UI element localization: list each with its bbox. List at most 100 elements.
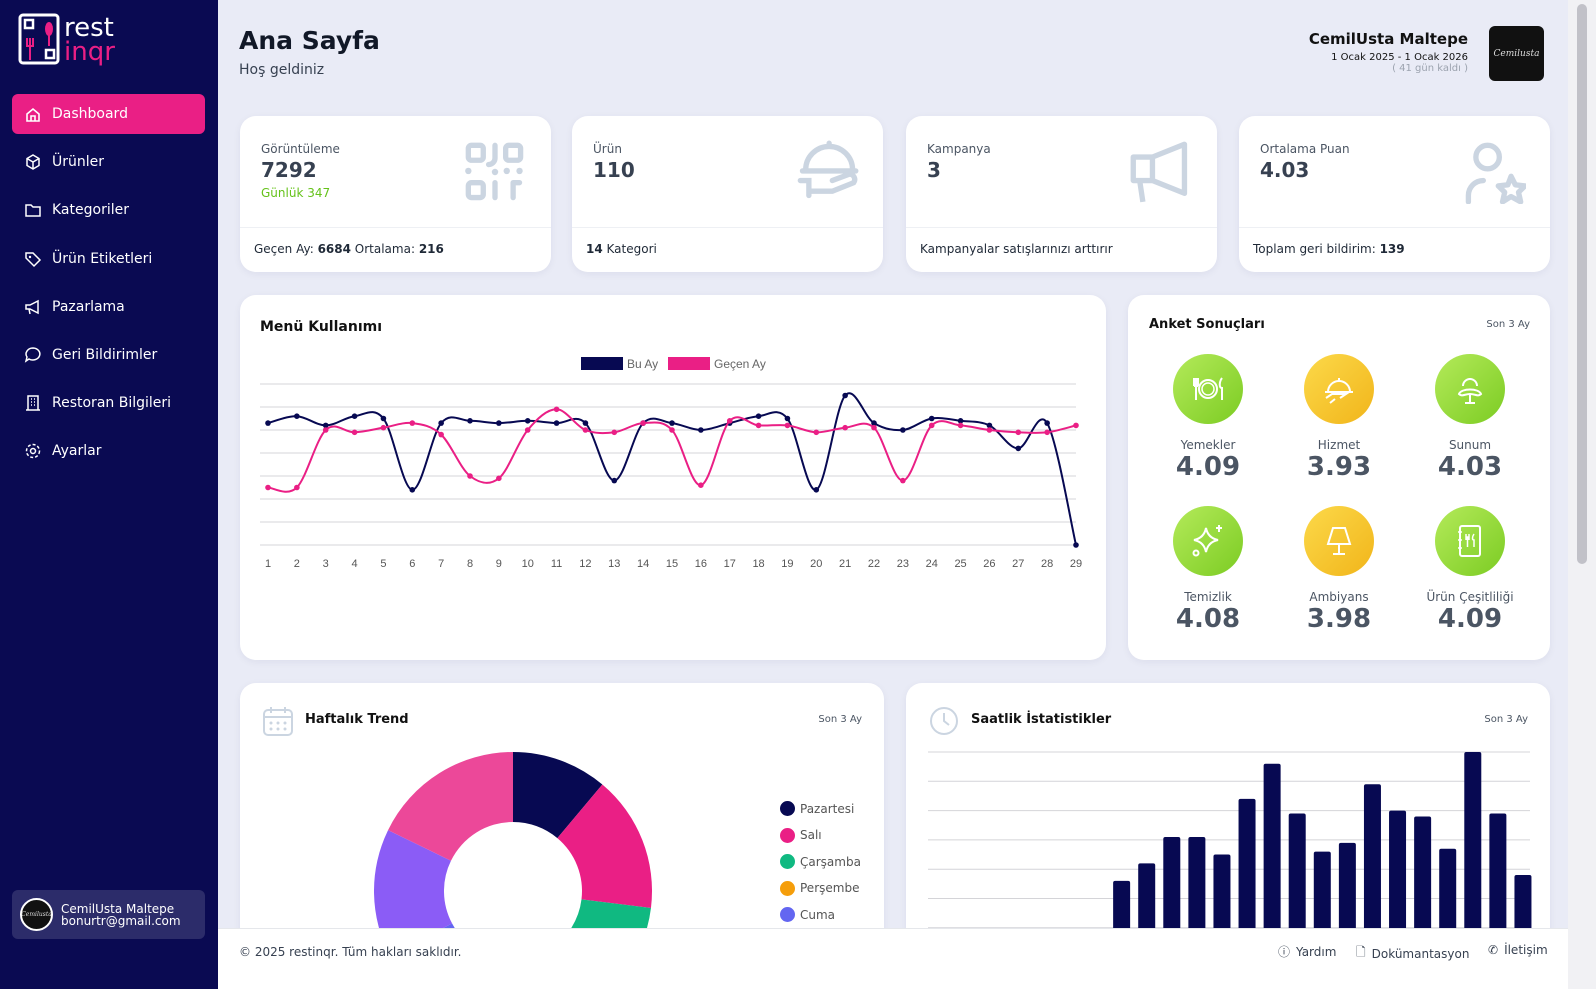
x-tick-label: 9 bbox=[496, 558, 502, 570]
x-tick-label: 5 bbox=[380, 558, 386, 570]
data-point bbox=[928, 415, 935, 422]
serving-dish-icon bbox=[797, 140, 859, 199]
documentation-link[interactable]: 🗋 Dokümantasyon bbox=[1356, 943, 1469, 964]
x-tick-label: 20 bbox=[810, 558, 822, 570]
data-point bbox=[1073, 422, 1079, 429]
bar bbox=[1213, 854, 1231, 928]
sidebar: rest inqr Dashboard Ürünler Kategoriler Ürü… bbox=[0, 0, 218, 989]
bar bbox=[1238, 798, 1256, 928]
user-profile-card[interactable]: Cemilusta CemilUsta Maltepe bonurtr@gmail… bbox=[12, 890, 205, 939]
data-point bbox=[957, 422, 964, 429]
legend-item[interactable]: Salı bbox=[780, 827, 822, 843]
plate-cutlery-icon bbox=[1193, 377, 1223, 400]
scrollbar-thumb[interactable] bbox=[1577, 4, 1587, 564]
data-point bbox=[380, 415, 387, 422]
survey-item-hizmet: Hizmet 3.93 bbox=[1269, 354, 1409, 482]
restaurant-name: CemilUsta Maltepe bbox=[1308, 30, 1468, 48]
user-star-icon bbox=[1465, 142, 1526, 204]
data-point bbox=[322, 427, 329, 433]
restinqr-logo[interactable]: rest inqr bbox=[18, 12, 138, 70]
x-tick-label: 6 bbox=[409, 558, 415, 570]
megaphone-icon bbox=[25, 299, 39, 315]
stat-card-kampanya: Kampanya 3 Kampanyalar satışlarınızı arttı… bbox=[906, 116, 1217, 272]
sidebar-item--r-nler[interactable]: Ürünler bbox=[12, 142, 205, 182]
legend-item[interactable]: Pazartesi bbox=[780, 801, 854, 816]
x-tick-label: 17 bbox=[724, 558, 736, 570]
data-point bbox=[265, 484, 271, 491]
legend-label: Cuma bbox=[800, 907, 836, 922]
legend-swatch bbox=[780, 854, 795, 869]
x-tick-label: 24 bbox=[926, 558, 938, 570]
stat-footer-text: Ortalama: bbox=[350, 242, 419, 256]
stat-footer-text: Toplam geri bildirim: bbox=[1253, 242, 1380, 256]
restaurant-logo[interactable]: Cemilusta bbox=[1489, 26, 1544, 81]
stat-daily: Günlük 347 bbox=[261, 186, 331, 200]
legend-swatch bbox=[780, 827, 795, 843]
data-point bbox=[755, 422, 762, 429]
bar bbox=[1514, 875, 1532, 928]
sidebar-item-label: Pazarlama bbox=[52, 298, 125, 315]
data-point bbox=[351, 429, 358, 436]
menu-usage-card: Menü Kullanımı 1 2 3 4 5 6 7 8 9 10 11 12 13 14 15 16 17… bbox=[240, 295, 1106, 660]
data-point bbox=[265, 420, 271, 426]
bar bbox=[1288, 813, 1306, 928]
x-tick-label: 27 bbox=[1012, 558, 1024, 570]
data-point bbox=[813, 487, 820, 493]
help-link[interactable]: ⓘ Yardım bbox=[1278, 943, 1336, 960]
x-tick-label: 25 bbox=[954, 558, 966, 570]
survey-period: Son 3 Ay bbox=[1486, 319, 1530, 330]
x-tick-label: 23 bbox=[897, 558, 909, 570]
survey-item-sunum: Sunum 4.03 bbox=[1400, 354, 1540, 482]
sidebar-item-restoran-bilgileri[interactable]: Restoran Bilgileri bbox=[12, 383, 205, 423]
legend-item[interactable]: Perşembe bbox=[780, 880, 859, 896]
data-point bbox=[524, 418, 531, 424]
sidebar-item-pazarlama[interactable]: Pazarlama bbox=[12, 287, 205, 327]
data-point bbox=[928, 422, 935, 429]
data-point bbox=[842, 424, 848, 431]
stat-footer-text: Kampanyalar satışlarınızı arttırır bbox=[920, 242, 1113, 256]
bar bbox=[1188, 836, 1206, 928]
legend-label: Pazartesi bbox=[800, 801, 855, 816]
sidebar-item-kategoriler[interactable]: Kategoriler bbox=[12, 190, 205, 230]
sidebar-item-geri-bildirimler[interactable]: Geri Bildirimler bbox=[12, 335, 205, 375]
contact-link[interactable]: ✆ İletişim bbox=[1488, 943, 1548, 957]
page-title: Ana Sayfa bbox=[239, 26, 380, 55]
legend-item[interactable]: Çarşamba bbox=[780, 854, 861, 869]
cube-icon bbox=[26, 154, 40, 171]
data-point bbox=[438, 420, 444, 426]
megaphone-icon bbox=[1130, 141, 1188, 203]
x-tick-label: 10 bbox=[522, 558, 534, 570]
page-scrollbar[interactable] bbox=[1568, 0, 1596, 989]
legend-swatch bbox=[668, 357, 710, 370]
legend-swatch bbox=[780, 801, 795, 816]
legend-item[interactable]: Cuma bbox=[780, 907, 835, 922]
survey-icon-circle bbox=[1173, 354, 1243, 424]
stat-footer-text: Kategori bbox=[602, 242, 657, 256]
menu-usage-title: Menü Kullanımı bbox=[260, 319, 383, 335]
sidebar-item-label: Geri Bildirimler bbox=[52, 347, 158, 363]
survey-item-ambiyans: Ambiyans 3.98 bbox=[1269, 506, 1409, 634]
survey-item-yemekler: Yemekler 4.09 bbox=[1138, 354, 1278, 482]
bar bbox=[1489, 813, 1507, 928]
sidebar-item--r-n-etiketleri[interactable]: Ürün Etiketleri bbox=[12, 239, 205, 279]
document-icon: 🗋 bbox=[1356, 945, 1366, 959]
data-point bbox=[669, 420, 675, 426]
sidebar-item-label: Ayarlar bbox=[52, 443, 102, 460]
data-point bbox=[380, 424, 387, 431]
data-point bbox=[582, 427, 589, 433]
sidebar-item-ayarlar[interactable]: Ayarlar bbox=[12, 431, 205, 471]
sparkle-icon bbox=[1192, 525, 1222, 557]
x-tick-label: 26 bbox=[983, 558, 995, 570]
data-point bbox=[755, 413, 762, 419]
x-tick-label: 16 bbox=[695, 558, 707, 570]
folder-icon bbox=[25, 204, 41, 218]
survey-label: Temizlik bbox=[1184, 590, 1232, 604]
sidebar-item-label: Ürün Etiketleri bbox=[52, 250, 153, 267]
sidebar-item-dashboard[interactable]: Dashboard bbox=[12, 94, 205, 134]
bar bbox=[1263, 763, 1281, 928]
page-subtitle: Hoş geldiniz bbox=[239, 62, 325, 78]
stat-label: Kampanya bbox=[927, 142, 991, 156]
survey-label: Ambiyans bbox=[1309, 590, 1369, 604]
bar bbox=[1138, 863, 1156, 928]
survey-icon-circle bbox=[1173, 506, 1243, 576]
